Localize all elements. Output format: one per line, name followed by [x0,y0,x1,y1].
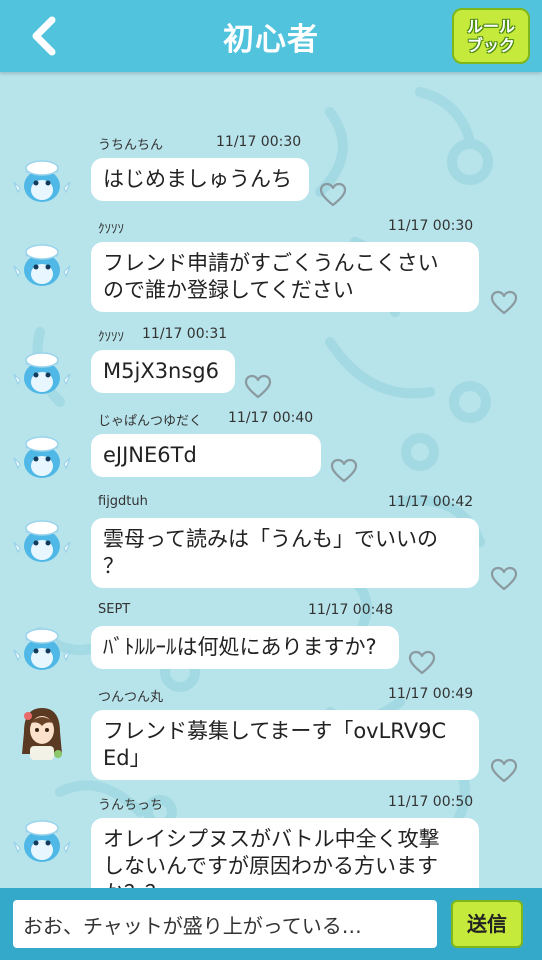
heart-icon[interactable] [244,374,272,400]
mascot-avatar-icon[interactable] [12,426,72,486]
message-bubble: eJJNE6Td [91,434,321,477]
chat-input[interactable] [13,900,437,948]
heart-icon[interactable] [408,650,436,676]
heart-icon[interactable] [330,458,358,484]
message-time: 11/17 00:30 [388,218,474,234]
message-bubble: ﾊﾞﾄﾙﾙｰﾙは何処にありますか? [91,626,399,669]
mascot-avatar-icon[interactable] [12,810,72,870]
message-text: しないんですが原因わかる方います [103,854,438,878]
message-text: はじめましゅうんち [103,167,292,191]
message-text: か？？ [103,880,467,888]
message-text: オレイシプヌスがバトル中全く攻撃 [103,827,440,851]
sender-name: じゃぱんつゆだく [98,414,203,429]
mascot-avatar-icon[interactable] [12,234,72,294]
sender-name: ｸｿｿｿ [98,330,124,345]
sender-name: つんつん丸 [98,690,164,705]
message-time: 11/17 00:40 [228,410,314,426]
mascot-avatar-icon[interactable] [12,342,72,402]
message-text: ？ [103,554,124,578]
sender-name: ｸｿｿｿ [98,222,124,237]
message-time: 11/17 00:49 [388,686,474,702]
message-text: eJJNE6Td [103,443,197,467]
chat-input-bar: 送信 [0,888,542,960]
mascot-avatar-icon[interactable] [12,618,72,678]
message-text: M5jX3nsg6 [103,359,220,383]
message-text: ので誰か登録してください [103,278,354,302]
header-bar: 初心者 ルール ブック [0,0,542,72]
message-bubble: フレンド募集してまーす「ovLRV9C Ed」 [91,710,479,780]
message-text: ﾊﾞﾄﾙﾙｰﾙは何処にありますか? [103,635,377,659]
send-button[interactable]: 送信 [451,900,523,948]
sender-name: うちんちん [98,138,164,153]
sender-name: fijgdtuh [98,494,148,509]
message-time: 11/17 00:42 [388,494,474,510]
sender-name: SEPT [98,602,131,617]
girl-avatar-icon[interactable] [12,702,72,762]
heart-icon[interactable] [490,758,518,784]
message-time: 11/17 00:31 [142,326,228,342]
heart-icon[interactable] [490,290,518,316]
rulebook-button[interactable]: ルール ブック [452,8,530,64]
mascot-avatar-icon[interactable] [12,150,72,210]
sender-name: うんちっち [98,798,164,813]
message-time: 11/17 00:50 [388,794,474,810]
message-bubble: オレイシプヌスがバトル中全く攻撃しないんですが原因わかる方いますか？？ [91,818,479,888]
heart-icon[interactable] [319,182,347,208]
message-text: 雲母って読みは「うんも」でいいの [103,527,438,551]
message-time: 11/17 00:48 [308,602,394,618]
message-text: Ed」 [103,746,151,770]
message-bubble: 雲母って読みは「うんも」でいいの ？ [91,518,479,588]
mascot-avatar-icon[interactable] [12,72,72,76]
message-time: 11/17 00:30 [216,134,302,150]
message-bubble: はじめましゅうんち [91,158,309,201]
message-text: フレンド募集してまーす「ovLRV9C [103,719,447,743]
message-bubble: M5jX3nsg6 [91,350,235,393]
rulebook-label-line2: ブック [466,36,515,55]
heart-icon[interactable] [490,566,518,592]
message-bubble: フレンド申請がすごくうんこくさい ので誰か登録してください [91,242,479,312]
message-text: フレンド申請がすごくうんこくさい [103,251,439,275]
mascot-avatar-icon[interactable] [12,510,72,570]
rulebook-label-line1: ルール [466,17,515,36]
chat-log[interactable]: 玄米おいしい うちんちん11/17 00:30はじめましゅうんち ｸｿｿｿ11/… [0,72,542,888]
